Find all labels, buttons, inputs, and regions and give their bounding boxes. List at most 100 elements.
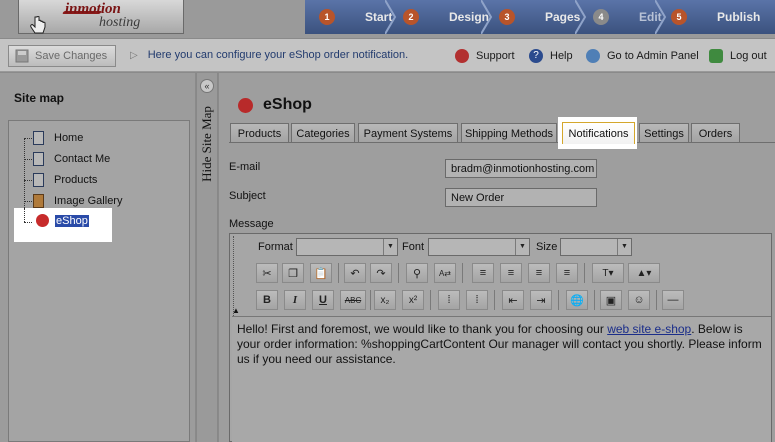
save-changes-label: Save Changes: [35, 50, 108, 62]
email-label: E-mail: [229, 161, 261, 173]
align-center-icon[interactable]: ≡: [500, 263, 522, 283]
logout-label: Log out: [730, 50, 767, 62]
help-icon: ?: [529, 49, 543, 63]
align-right-icon[interactable]: ≡: [528, 263, 550, 283]
sidebar-item-home[interactable]: Home: [33, 130, 83, 146]
tree-connector: [24, 222, 32, 223]
dropdown-arrow-icon: ▼: [515, 239, 529, 255]
dropdown-arrow-icon: ▼: [617, 239, 631, 255]
tree-connector: [24, 159, 32, 160]
tab-settings[interactable]: Settings: [639, 123, 689, 143]
toolbar-separator: [430, 290, 431, 310]
step-start[interactable]: 1 Start: [319, 0, 392, 34]
align-justify-icon[interactable]: ≡: [556, 263, 578, 283]
page-title: eShop: [238, 96, 312, 114]
wizard-steps: 1 Start 2 Design 3 Pages 4 Edit 5 Publis…: [305, 0, 775, 34]
tab-categories[interactable]: Categories: [291, 123, 355, 143]
subject-field[interactable]: New Order: [445, 188, 597, 207]
message-body[interactable]: Hello! First and foremost, we would like…: [232, 316, 771, 442]
admin-panel-label: Go to Admin Panel: [607, 50, 699, 62]
email-field[interactable]: bradm@inmotionhosting.com: [445, 159, 597, 178]
collapse-toolbar-icon[interactable]: ▲: [232, 306, 240, 315]
dropdown-arrow-icon: ▼: [383, 239, 397, 255]
website-link[interactable]: web site e-shop: [607, 322, 691, 336]
find-icon[interactable]: ⚲: [406, 263, 428, 283]
bold-icon[interactable]: B: [256, 290, 278, 310]
format-select[interactable]: ▼: [296, 238, 398, 256]
help-link[interactable]: ? Help: [529, 47, 573, 65]
tab-shipping-methods[interactable]: Shipping Methods: [461, 123, 557, 143]
toolbar-separator: [594, 290, 595, 310]
logout-link[interactable]: Log out: [709, 47, 767, 65]
help-label: Help: [550, 50, 573, 62]
undo-icon[interactable]: ↶: [344, 263, 366, 283]
step-number: 2: [403, 9, 419, 25]
sidebar-item-eshop[interactable]: eShop: [14, 208, 112, 242]
sidebar-item-label: Image Gallery: [54, 195, 123, 207]
italic-icon[interactable]: I: [284, 290, 306, 310]
arrow-right-icon: ▷: [130, 49, 138, 61]
chevron-right-icon: [655, 0, 667, 34]
step-publish[interactable]: 5 Publish: [671, 0, 760, 34]
logout-icon: [709, 49, 723, 63]
hide-sitemap-toggle[interactable]: Hide Site Map: [197, 92, 217, 202]
save-changes-button[interactable]: Save Changes: [8, 45, 116, 67]
subject-label: Subject: [229, 190, 266, 202]
superscript-icon[interactable]: x²: [402, 290, 424, 310]
paste-icon[interactable]: 📋: [310, 263, 332, 283]
align-left-icon[interactable]: ≡: [472, 263, 494, 283]
gallery-icon: [33, 194, 44, 208]
step-number: 3: [499, 9, 515, 25]
sidebar-item-contact-me[interactable]: Contact Me: [33, 151, 110, 167]
support-link[interactable]: Support: [455, 47, 515, 65]
step-pages[interactable]: 3 Pages: [499, 0, 580, 34]
copy-icon[interactable]: ❐: [282, 263, 304, 283]
step-edit[interactable]: 4 Edit: [593, 0, 662, 34]
tab-orders[interactable]: Orders: [691, 123, 740, 143]
logo-subtext: hosting: [99, 15, 141, 30]
size-select[interactable]: ▼: [560, 238, 632, 256]
eshop-icon: [238, 97, 253, 113]
admin-panel-icon: [586, 49, 600, 63]
sidebar-item-products[interactable]: Products: [33, 172, 97, 188]
bulleted-list-icon[interactable]: ⁞: [466, 290, 488, 310]
sitemap-title: Site map: [14, 91, 65, 105]
step-number: 4: [593, 9, 609, 25]
message-label: Message: [229, 218, 274, 230]
link-icon[interactable]: 🌐: [566, 290, 588, 310]
text-color-icon[interactable]: T▾: [592, 263, 624, 283]
collapse-icon[interactable]: «: [200, 79, 214, 93]
step-design[interactable]: 2 Design: [403, 0, 489, 34]
sidebar-item-label: Home: [54, 132, 84, 144]
page-icon: [33, 152, 44, 166]
size-label: Size: [536, 241, 558, 253]
font-select[interactable]: ▼: [428, 238, 530, 256]
toolbar-grip[interactable]: [233, 236, 239, 316]
subscript-icon[interactable]: x₂: [374, 290, 396, 310]
indent-icon[interactable]: ⇥: [530, 290, 552, 310]
admin-panel-link[interactable]: Go to Admin Panel: [586, 47, 699, 65]
redo-icon[interactable]: ↷: [370, 263, 392, 283]
horizontal-rule-icon[interactable]: —: [662, 290, 684, 310]
hand-cursor-icon: [30, 16, 46, 34]
tab-payment-systems[interactable]: Payment Systems: [358, 123, 458, 143]
replace-icon[interactable]: A⇄: [434, 263, 456, 283]
toolbar-separator: [656, 290, 657, 310]
smiley-icon[interactable]: ☺: [628, 290, 650, 310]
outdent-icon[interactable]: ⇤: [502, 290, 524, 310]
tab-divider: [229, 142, 775, 143]
hint-text: ▷ Here you can configure your eShop orde…: [130, 49, 408, 61]
image-icon[interactable]: ▣: [600, 290, 622, 310]
tab-products[interactable]: Products: [230, 123, 289, 143]
cut-icon[interactable]: ✂: [256, 263, 278, 283]
strikethrough-icon[interactable]: ABC: [340, 290, 366, 310]
underline-icon[interactable]: U: [312, 290, 334, 310]
tab-notifications[interactable]: Notifications: [558, 117, 637, 149]
numbered-list-icon[interactable]: ⁞: [438, 290, 460, 310]
sidebar-item-image-gallery[interactable]: Image Gallery: [33, 193, 122, 209]
step-label: Publish: [717, 10, 761, 24]
hint-label: Here you can configure your eShop order …: [147, 49, 409, 61]
chevron-right-icon: [481, 0, 493, 34]
background-color-icon[interactable]: ▲▾: [628, 263, 660, 283]
lifebuoy-icon: [455, 49, 469, 63]
